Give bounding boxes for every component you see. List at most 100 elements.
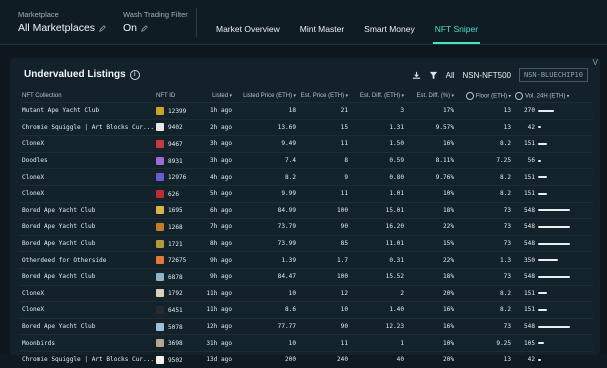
sort-icon[interactable]: ▾	[344, 93, 348, 99]
nft-thumbnail[interactable]	[156, 239, 164, 248]
sort-icon[interactable]: ▾	[507, 94, 511, 100]
floor-cell: 8.2	[456, 135, 513, 153]
table-row[interactable]: Moonbirds 3698 31h ago 10 11 1 10% 9.25 105	[20, 334, 593, 352]
volume-value: 151	[523, 289, 535, 297]
nft-thumbnail[interactable]	[156, 123, 164, 132]
table-row[interactable]: CloneX 1792 11h ago 10 12 2 20% 8.2 151	[20, 284, 593, 302]
nft-thumbnail[interactable]	[156, 156, 164, 165]
info-icon	[515, 92, 523, 100]
volume-value: 548	[523, 240, 535, 248]
nft-thumbnail[interactable]	[156, 139, 164, 148]
table-row[interactable]: Bored Ape Yacht Club 1268 7h ago 73.79 90 16.…	[20, 218, 593, 236]
column-header[interactable]: Listed ▾	[202, 90, 234, 103]
table-row[interactable]: Chromie Squiggle | Art Blocks Cur... 9502…	[20, 350, 593, 368]
nft-thumbnail[interactable]	[156, 256, 164, 265]
table-row[interactable]: CloneX 12976 4h ago 8.2 9 0.80 9.76% 8.2 151	[20, 168, 593, 186]
volume-bar	[538, 142, 547, 145]
tab-mint-master[interactable]: Mint Master	[290, 0, 354, 44]
column-header[interactable]: NFT ID	[154, 90, 202, 103]
table-row[interactable]: Chromie Squiggle | Art Blocks Cur... 9402…	[20, 118, 593, 136]
marketplace-filter[interactable]: Marketplace All Marketplaces	[18, 10, 106, 34]
est-diff-cell: 16.20	[350, 218, 406, 236]
tab-nft-sniper[interactable]: NFT Sniper	[425, 0, 488, 44]
collection-cell: Moonbirds	[20, 334, 154, 352]
column-header[interactable]: Est. Diff. (ETH) ▾	[350, 90, 406, 103]
pencil-icon[interactable]	[141, 24, 148, 32]
nft-id-cell: 9502	[154, 350, 202, 368]
nft-id: 6878	[168, 273, 183, 281]
nft-thumbnail[interactable]	[156, 339, 164, 348]
column-header[interactable]: Listed Price (ETH) ▾	[234, 90, 298, 103]
download-icon[interactable]	[412, 71, 421, 80]
nft-thumbnail[interactable]	[156, 206, 164, 215]
floor-cell: 13	[456, 350, 513, 368]
column-header-label: NFT ID	[156, 93, 176, 99]
table-row[interactable]: Bored Ape Yacht Club 6878 9h ago 84.47 100 15…	[20, 267, 593, 286]
nft-thumbnail[interactable]	[156, 189, 164, 198]
table-row[interactable]: Bored Ape Yacht Club 5078 12h ago 77.77 90 12…	[20, 317, 593, 335]
nft-thumbnail[interactable]	[156, 322, 164, 331]
volume-value: 151	[523, 306, 535, 314]
collection-cell: Bored Ape Yacht Club	[20, 317, 154, 335]
table-row[interactable]: Bored Ape Yacht Club 1695 6h ago 84.99 100 15…	[20, 201, 593, 219]
marketplace-value-row: All Marketplaces	[18, 22, 106, 34]
table-row[interactable]: CloneX 6451 11h ago 8.6 10 1.40 16% 8.2 151	[20, 301, 593, 319]
sort-icon[interactable]: ▾	[228, 93, 232, 99]
est-diff-pct-cell: 16%	[406, 317, 456, 335]
tab-smart-money[interactable]: Smart Money	[354, 0, 425, 44]
nft-thumbnail[interactable]	[156, 305, 164, 314]
nft-thumbnail[interactable]	[156, 289, 164, 298]
filter-icon[interactable]	[429, 71, 438, 80]
sort-icon[interactable]: ▾	[450, 93, 454, 99]
volume-bar	[538, 325, 570, 328]
sort-icon[interactable]: ▾	[292, 93, 296, 99]
volume-bar	[538, 292, 547, 295]
nft-id: 72675	[168, 257, 187, 265]
tab-market-overview[interactable]: Market Overview	[206, 0, 290, 44]
volume-cell: 548	[513, 317, 593, 335]
column-header[interactable]: Vol. 24H (ETH) ▾	[513, 90, 593, 103]
column-header[interactable]: Est. Diff. (%) ▾	[406, 90, 456, 103]
est-diff-pct-cell: 22%	[406, 251, 456, 269]
volume-wrap: 105	[515, 340, 591, 347]
volume-wrap: 548	[515, 273, 591, 280]
nft-thumbnail[interactable]	[156, 106, 164, 115]
info-icon[interactable]: i	[129, 69, 140, 80]
volume-cell: 151	[513, 168, 593, 186]
filter-nsn-bluechip10[interactable]: NSN-BLUECHIP10	[518, 68, 588, 82]
app-frame: Marketplace All Marketplaces Wash Tradin…	[0, 0, 607, 368]
nft-thumbnail[interactable]	[156, 355, 164, 364]
chevron-down-icon[interactable]: V	[593, 58, 598, 67]
collection-cell: Mutant Ape Yacht Club	[20, 102, 154, 120]
table-row[interactable]: Mutant Ape Yacht Club 12399 1h ago 18 21 3 17%…	[20, 102, 593, 120]
table-row[interactable]: Bored Ape Yacht Club 1721 8h ago 73.99 85 11.…	[20, 234, 593, 252]
sort-icon[interactable]: ▾	[565, 94, 570, 100]
table-row[interactable]: CloneX 626 5h ago 9.99 11 1.01 10% 8.2 151	[20, 184, 593, 203]
column-header[interactable]: Floor (ETH) ▾	[456, 90, 513, 103]
table-row[interactable]: Doodles 8931 3h ago 7.4 8 0.59 8.11% 7.25 56	[20, 151, 593, 169]
filter-all[interactable]: All	[446, 71, 455, 80]
column-header[interactable]: NFT Collection	[20, 90, 154, 103]
sort-icon[interactable]: ▾	[400, 93, 404, 99]
nft-thumbnail[interactable]	[156, 222, 164, 231]
table-row[interactable]: CloneX 9467 3h ago 9.49 11 1.50 16% 8.2 151	[20, 135, 593, 153]
wash-trading-filter[interactable]: Wash Trading Filter On	[123, 10, 188, 34]
est-diff-cell: 1.01	[350, 184, 406, 203]
volume-cell: 42	[513, 118, 593, 136]
listed-cell: 11h ago	[202, 284, 234, 302]
wash-trading-label: Wash Trading Filter	[123, 10, 188, 19]
floor-cell: 8.2	[456, 284, 513, 302]
filter-nsn-nft500[interactable]: NSN-NFT500	[463, 71, 511, 80]
nft-thumbnail[interactable]	[156, 272, 164, 281]
est-diff-pct-cell: 9.57%	[406, 118, 456, 136]
listed-price-cell: 84.99	[234, 201, 298, 219]
nft-thumbnail[interactable]	[156, 173, 164, 182]
listed-cell: 11h ago	[202, 301, 234, 319]
listed-price-cell: 73.79	[234, 218, 298, 236]
nft-id: 3698	[168, 340, 183, 348]
column-header[interactable]: Est. Price (ETH) ▾	[298, 90, 350, 103]
pencil-icon[interactable]	[99, 24, 106, 32]
est-diff-pct-cell: 15%	[406, 234, 456, 252]
nft-id: 5078	[168, 323, 183, 331]
table-row[interactable]: Otherdeed for Otherside 72675 9h ago 1.39 1.…	[20, 251, 593, 269]
